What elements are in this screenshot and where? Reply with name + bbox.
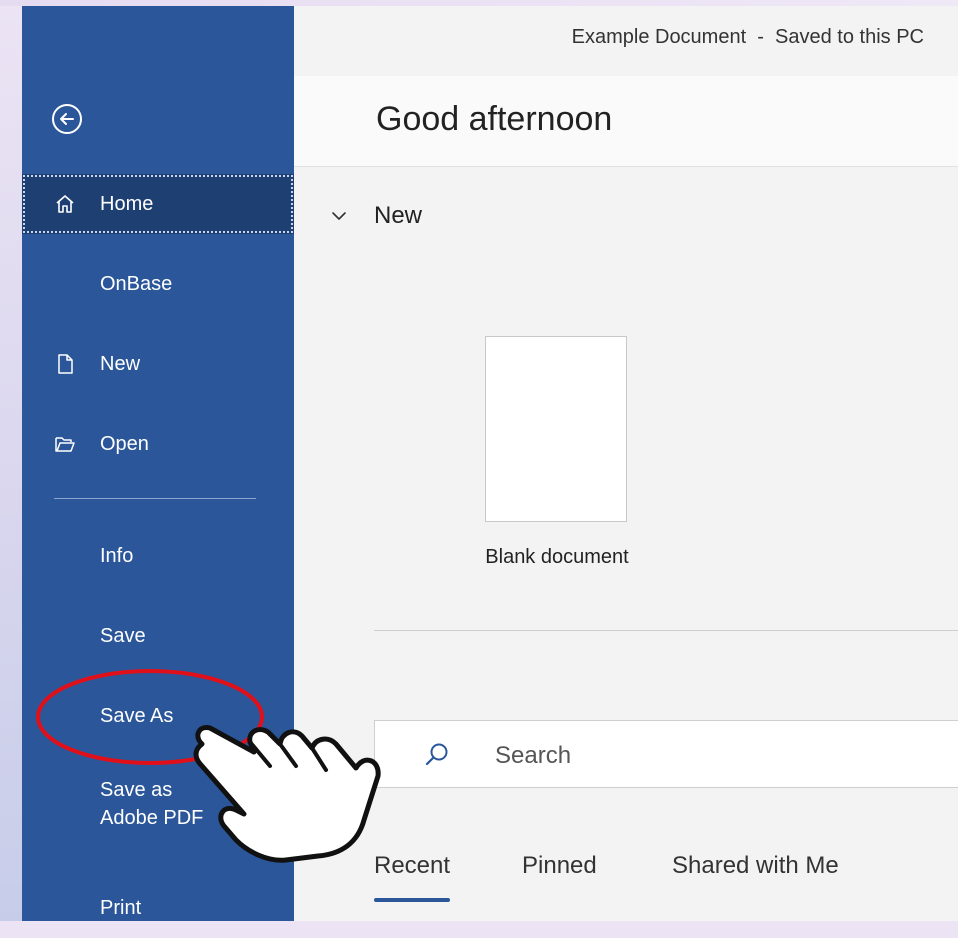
document-title: Example Document - Saved to this PC: [571, 26, 924, 48]
tab-pinned[interactable]: Pinned: [522, 852, 597, 880]
sidebar-item-onbase[interactable]: OnBase: [22, 254, 294, 314]
sidebar-item-label: Info: [100, 544, 134, 567]
sidebar-item-open[interactable]: Open: [22, 414, 294, 474]
search-icon: [425, 743, 448, 766]
sidebar-item-label: OnBase: [100, 272, 173, 295]
sidebar-item-label: New: [100, 352, 141, 375]
back-arrow-icon: [60, 113, 74, 125]
open-folder-icon: [55, 437, 75, 452]
new-document-icon: [58, 354, 73, 374]
sidebar-item-save[interactable]: Save: [22, 606, 294, 666]
backstage-main: Example Document - Saved to this PC Good…: [294, 6, 958, 921]
sidebar-item-label: Save: [100, 624, 146, 647]
sidebar-item-info[interactable]: Info: [22, 526, 294, 586]
back-button[interactable]: [52, 104, 82, 134]
sidebar-item-save-as-adobe-pdf[interactable]: Save as Adobe PDF: [22, 774, 294, 844]
search-input[interactable]: [493, 739, 937, 773]
sidebar-item-label: Open: [100, 432, 149, 455]
backstage-sidebar: Home OnBase New Open Info Save Save As S…: [22, 6, 294, 921]
new-section-heading: New: [374, 202, 423, 229]
sidebar-item-save-as[interactable]: Save As: [22, 686, 294, 746]
page-greeting: Good afternoon: [376, 100, 613, 138]
sidebar-item-label: Save as Adobe PDF: [100, 779, 204, 829]
blank-document-thumbnail[interactable]: [485, 336, 627, 522]
tab-recent[interactable]: Recent: [374, 852, 451, 902]
search-box[interactable]: [374, 720, 958, 788]
sidebar-item-new[interactable]: New: [22, 334, 294, 394]
sidebar-item-label: Save As: [100, 704, 174, 727]
new-section-toggle[interactable]: New: [328, 202, 422, 230]
sidebar-item-print[interactable]: Print: [22, 878, 294, 938]
chevron-down-icon: [332, 212, 346, 220]
section-divider: [374, 630, 958, 631]
sidebar-item-label: Print: [100, 896, 142, 919]
blank-document-label: Blank document: [485, 546, 629, 568]
home-icon: [56, 195, 74, 213]
sidebar-divider: [54, 498, 256, 499]
sidebar-item-home[interactable]: Home: [22, 174, 294, 234]
tab-shared-with-me[interactable]: Shared with Me: [672, 852, 839, 880]
sidebar-item-label: Home: [100, 192, 154, 215]
